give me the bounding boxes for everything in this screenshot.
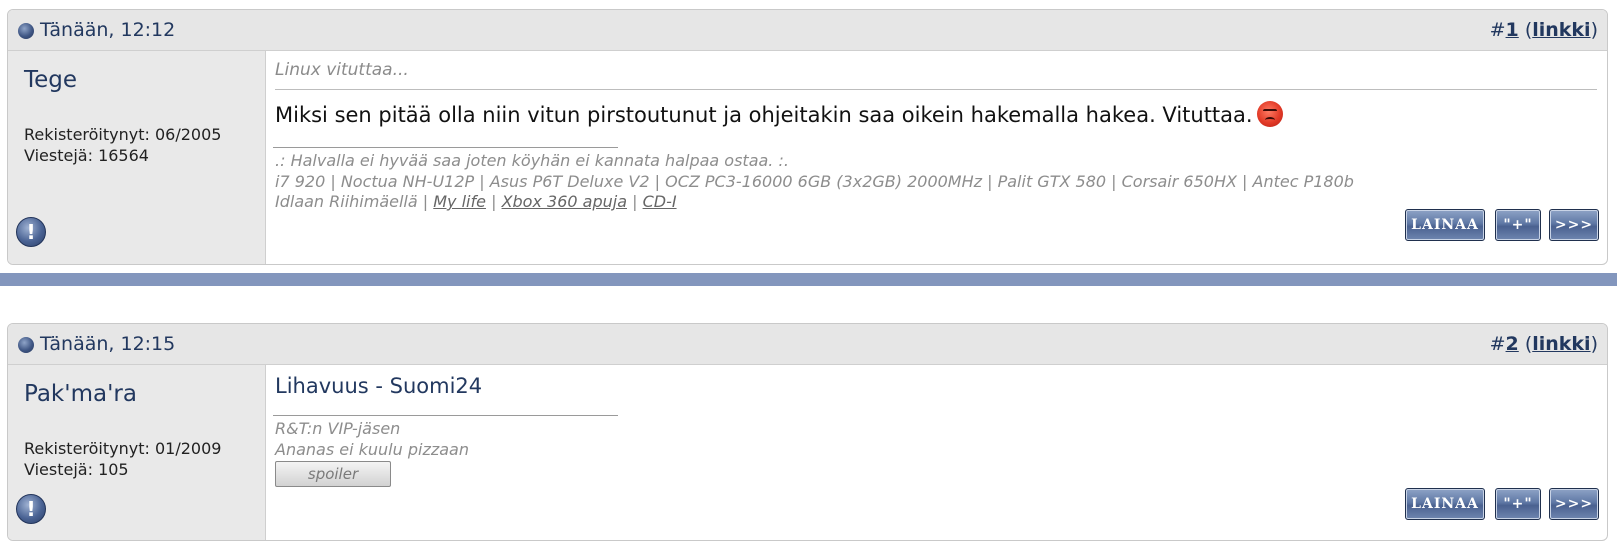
signature-line-2: Ananas ei kuulu pizzaan — [275, 439, 469, 459]
quote-button[interactable]: LAINAA — [1405, 488, 1485, 520]
post-permalink[interactable]: linkki — [1532, 333, 1590, 355]
post-separator — [0, 273, 1617, 286]
exclamation-icon[interactable]: ! — [16, 217, 46, 247]
user-meta: Rekisteröitynyt: 01/2009 Viestejä: 105 — [24, 438, 221, 480]
status-dot-icon — [18, 23, 34, 39]
spoiler-button[interactable]: spoiler — [275, 461, 391, 487]
more-button[interactable]: >>> — [1549, 488, 1599, 520]
post-1: Tänään, 12:12 #1 (linkki) Tege Rekisterö… — [7, 9, 1608, 265]
registered-date: Rekisteröitynyt: 01/2009 — [24, 439, 222, 458]
post-number-link[interactable]: 2 — [1506, 333, 1519, 355]
user-info: Pak'ma'ra Rekisteröitynyt: 01/2009 Viest… — [8, 365, 266, 540]
user-info: Tege Rekisteröitynyt: 06/2005 Viestejä: … — [8, 51, 266, 264]
signature-location: Idlaan Riihimäellä | — [275, 192, 429, 211]
signature: R&T:n VIP-jäsen Ananas ei kuulu pizzaan — [275, 419, 469, 460]
post-permalink[interactable]: linkki — [1532, 19, 1590, 41]
post-number: #2 (linkki) — [1489, 333, 1598, 355]
post-number-hash: # — [1489, 333, 1506, 355]
multiquote-button[interactable]: "+" — [1495, 488, 1541, 520]
status-dot-icon — [18, 337, 34, 353]
signature-line-3: Idlaan Riihimäellä | My life | Xbox 360 … — [275, 192, 1354, 213]
multiquote-button[interactable]: "+" — [1495, 209, 1541, 241]
user-meta: Rekisteröitynyt: 06/2005 Viestejä: 16564 — [24, 124, 221, 166]
post-number-hash: # — [1489, 19, 1506, 41]
post-actions: LAINAA "+" >>> — [1405, 209, 1599, 241]
post-body-title: Lihavuus - Suomi24 — [275, 374, 483, 398]
signature: .: Halvalla ei hyvää saa joten köyhän ei… — [275, 151, 1354, 213]
signature-separator: | — [491, 192, 497, 211]
signature-divider — [273, 147, 618, 148]
forum-thread: Tänään, 12:12 #1 (linkki) Tege Rekisterö… — [0, 0, 1617, 552]
signature-link-my-life[interactable]: My life — [433, 192, 486, 211]
signature-line-2: i7 920 | Noctua NH-U12P | Asus P6T Delux… — [275, 171, 1354, 191]
post-body: Miksi sen pitää olla niin vitun pirstout… — [275, 101, 1283, 127]
signature-line-1: .: Halvalla ei hyvää saa joten köyhän ei… — [275, 151, 789, 170]
quote-button[interactable]: LAINAA — [1405, 209, 1485, 241]
signature-link-cdi[interactable]: CD-I — [643, 192, 677, 211]
post-date: Tänään, 12:12 — [40, 19, 176, 41]
signature-separator: | — [632, 192, 638, 211]
username[interactable]: Tege — [24, 67, 77, 93]
message-area: Lihavuus - Suomi24 R&T:n VIP-jäsen Anana… — [267, 365, 1607, 540]
signature-line-1: R&T:n VIP-jäsen — [275, 419, 401, 438]
registered-date: Rekisteröitynyt: 06/2005 — [24, 125, 222, 144]
post-body-text: Miksi sen pitää olla niin vitun pirstout… — [275, 103, 1253, 127]
post-date: Tänään, 12:15 — [40, 333, 176, 355]
post-count: Viestejä: 16564 — [24, 146, 149, 165]
angry-face-icon — [1256, 101, 1283, 127]
more-button[interactable]: >>> — [1549, 209, 1599, 241]
post-count: Viestejä: 105 — [24, 460, 129, 479]
username[interactable]: Pak'ma'ra — [24, 381, 137, 407]
post-number: #1 (linkki) — [1489, 19, 1598, 41]
post-header: Tänään, 12:15 #2 (linkki) — [8, 324, 1607, 365]
message-area: Linux vituttaa... Miksi sen pitää olla n… — [267, 51, 1607, 264]
signature-link-xbox[interactable]: Xbox 360 apuja — [502, 192, 627, 211]
post-number-link[interactable]: 1 — [1506, 19, 1519, 41]
post-title: Linux vituttaa... — [275, 60, 409, 80]
exclamation-icon[interactable]: ! — [16, 494, 46, 524]
post-header: Tänään, 12:12 #1 (linkki) — [8, 10, 1607, 51]
signature-divider — [273, 415, 618, 416]
post-actions: LAINAA "+" >>> — [1405, 488, 1599, 520]
post-2: Tänään, 12:15 #2 (linkki) Pak'ma'ra Reki… — [7, 323, 1608, 541]
title-divider — [275, 89, 1597, 90]
